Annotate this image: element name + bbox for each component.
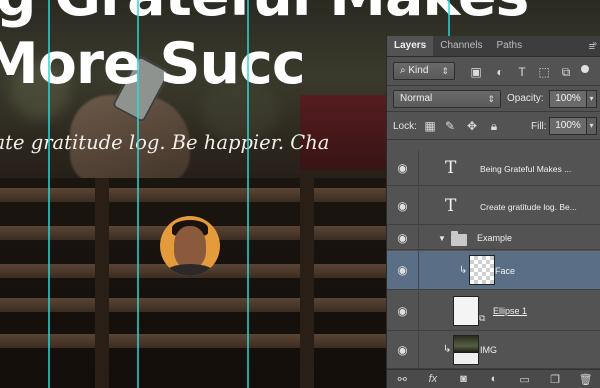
lock-label: Lock: <box>393 121 417 132</box>
layer-name[interactable]: Create gratitude log. Be... <box>480 202 577 212</box>
fx-icon[interactable]: fx <box>424 373 442 385</box>
link-icon[interactable]: ⚯ <box>393 373 411 386</box>
expand-triangle-icon[interactable]: ▼ <box>438 234 446 243</box>
fill-slider-toggle[interactable]: ▾ <box>587 117 597 135</box>
mask-icon[interactable]: ◙ <box>454 373 472 385</box>
adjustment-filter-icon[interactable]: ◐ <box>493 65 507 79</box>
clipping-arrow-icon: ↳ <box>459 265 468 276</box>
visibility-eye-icon[interactable]: ◉ <box>387 226 419 249</box>
bench-photo-area <box>0 178 390 388</box>
opacity-input[interactable]: 100% <box>549 90 587 108</box>
layer-row[interactable]: ◉ T Being Grateful Makes ... <box>387 150 600 186</box>
lock-row: Lock: ▦ ✎ ✥ 🔒︎ Fill: 100% ▾ <box>387 112 600 140</box>
avatar-shirt <box>164 264 216 276</box>
layer-name[interactable]: Ellipse 1 <box>493 306 527 316</box>
layer-name[interactable]: Example <box>477 233 512 243</box>
opacity-slider-toggle[interactable]: ▾ <box>587 90 597 108</box>
text-layer-thumbnail-icon: T <box>445 158 457 178</box>
layer-thumbnail <box>469 255 495 285</box>
bench-slat <box>0 298 390 312</box>
bench-slat <box>0 334 390 348</box>
avatar-face-ellipse[interactable] <box>160 216 220 276</box>
filter-toggle-icon[interactable] <box>581 65 589 73</box>
pixel-filter-icon[interactable]: ▣ <box>469 65 483 79</box>
folder-icon <box>451 231 467 246</box>
folder-icon[interactable]: ▭ <box>516 373 534 386</box>
bench-leg <box>95 178 109 388</box>
shape-thumbnail <box>453 296 479 326</box>
vertical-guide[interactable] <box>48 0 50 388</box>
fill-input[interactable]: 100% <box>549 117 587 135</box>
filter-kind-dropdown[interactable]: ⌕ Kind ⇕ <box>393 62 455 80</box>
headline-text-line-2[interactable]: More Succ <box>0 36 306 93</box>
vector-mask-icon: ⧉ <box>479 313 486 323</box>
fill-label: Fill: <box>531 121 547 132</box>
chevron-updown-icon: ⇕ <box>487 94 495 104</box>
panel-tabs: Layers Channels Paths ≡ <box>387 36 600 57</box>
lock-pixels-brush-icon[interactable]: ✎ <box>443 119 457 133</box>
trash-icon[interactable]: 🗑︎ <box>577 373 595 386</box>
type-filter-icon[interactable]: T <box>515 65 529 79</box>
lock-all-icon[interactable]: 🔒︎ <box>487 119 501 133</box>
layer-name[interactable]: Face <box>495 266 515 276</box>
vertical-guide[interactable] <box>247 0 249 388</box>
tab-paths[interactable]: Paths <box>490 36 530 56</box>
new-layer-icon[interactable]: ❐ <box>546 373 564 386</box>
bench-leg <box>300 178 314 388</box>
layer-row-selected[interactable]: ◉ ↳ Face <box>387 251 600 290</box>
layer-name[interactable]: IMG <box>480 345 497 355</box>
vertical-guide[interactable] <box>137 0 139 388</box>
tab-channels[interactable]: Channels <box>433 36 489 56</box>
lock-transparency-icon[interactable]: ▦ <box>423 119 437 133</box>
chevron-updown-icon: ⇕ <box>441 66 449 76</box>
opacity-label: Opacity: <box>507 93 544 104</box>
lock-position-icon[interactable]: ✥ <box>465 119 479 133</box>
tab-layers[interactable]: Layers <box>387 36 434 56</box>
layer-row[interactable]: ◉ ⧉ Ellipse 1 <box>387 291 600 331</box>
layers-panel: Layers Channels Paths ≡ » ⌕ Kind ⇕ ▣ ◐ T… <box>386 36 600 388</box>
visibility-eye-icon[interactable]: ◉ <box>387 291 419 330</box>
blend-mode-value: Normal <box>400 93 433 104</box>
layer-filter-row: ⌕ Kind ⇕ ▣ ◐ T ⬚ ⧉ <box>387 58 600 86</box>
collapse-icon[interactable]: » <box>593 39 597 48</box>
panel-bottom-toolbar: ⚯ fx ◙ ◐ ▭ ❐ 🗑︎ <box>387 369 600 388</box>
adjustment-icon[interactable]: ◐ <box>485 373 503 385</box>
blend-mode-dropdown[interactable]: Normal ⇕ <box>393 90 501 108</box>
avatar-face <box>174 226 206 268</box>
bench-slat <box>0 188 390 202</box>
visibility-eye-icon[interactable]: ◉ <box>387 150 419 185</box>
shape-filter-icon[interactable]: ⬚ <box>537 65 551 79</box>
visibility-eye-icon[interactable]: ◉ <box>387 251 419 289</box>
layer-group-row[interactable]: ◉ ▼ Example <box>387 226 600 250</box>
layer-row[interactable]: ◉ ↳ IMG <box>387 332 600 369</box>
layer-name[interactable]: Being Grateful Makes ... <box>480 164 571 174</box>
filter-kind-value: Kind <box>408 65 429 76</box>
clipping-arrow-icon: ↳ <box>443 344 452 355</box>
blend-row: Normal ⇕ Opacity: 100% ▾ <box>387 86 600 112</box>
smart-object-filter-icon[interactable]: ⧉ <box>559 65 573 79</box>
layer-row[interactable]: ◉ T Create gratitude log. Be... <box>387 187 600 225</box>
image-thumbnail <box>453 335 479 365</box>
text-layer-thumbnail-icon: T <box>445 196 457 216</box>
visibility-eye-icon[interactable]: ◉ <box>387 187 419 224</box>
visibility-eye-icon[interactable]: ◉ <box>387 332 419 368</box>
